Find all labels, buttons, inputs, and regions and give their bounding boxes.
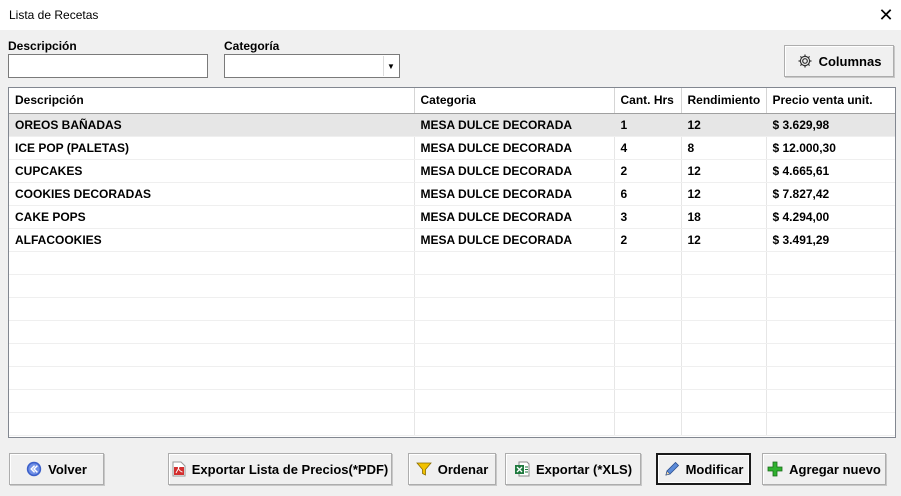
dropdown-arrow-icon[interactable]: ▼ bbox=[383, 56, 398, 76]
cell-rendimiento: 18 bbox=[681, 205, 767, 229]
cell-cant-hrs: 2 bbox=[614, 159, 682, 183]
cell-precio: $ 3.491,29 bbox=[766, 228, 895, 252]
cell-descripcion: COOKIES DECORADAS bbox=[9, 182, 415, 206]
gear-icon bbox=[797, 53, 813, 69]
close-button[interactable]: ✕ bbox=[871, 0, 901, 30]
title-bar: Lista de Recetas ✕ bbox=[0, 0, 901, 30]
cell-cant-hrs: 3 bbox=[614, 205, 682, 229]
volver-button[interactable]: Volver bbox=[9, 453, 104, 485]
double-chevron-left-icon bbox=[26, 461, 42, 477]
cell-rendimiento: 12 bbox=[681, 113, 767, 137]
cell-rendimiento: 12 bbox=[681, 159, 767, 183]
cell-categoria: MESA DULCE DECORADA bbox=[414, 113, 615, 137]
cell-cant-hrs: 1 bbox=[614, 113, 682, 137]
modificar-button[interactable]: Modificar bbox=[656, 453, 751, 485]
cell-cant-hrs: 2 bbox=[614, 228, 682, 252]
cell-rendimiento: 12 bbox=[681, 182, 767, 206]
modificar-label: Modificar bbox=[685, 461, 744, 477]
pencil-icon bbox=[664, 461, 680, 477]
table-header-row: Descripción Categoria Cant. Hrs Rendimie… bbox=[9, 88, 895, 114]
cell-categoria: MESA DULCE DECORADA bbox=[414, 205, 615, 229]
agregar-nuevo-label: Agregar nuevo bbox=[789, 461, 881, 477]
volver-label: Volver bbox=[48, 461, 87, 477]
table-row[interactable]: CUPCAKES MESA DULCE DECORADA 2 12 $ 4.66… bbox=[9, 159, 895, 183]
cell-rendimiento: 12 bbox=[681, 228, 767, 252]
column-header-cant-hrs[interactable]: Cant. Hrs bbox=[614, 88, 682, 114]
descripcion-label: Descripción bbox=[8, 39, 77, 53]
columnas-label: Columnas bbox=[818, 53, 882, 69]
exportar-pdf-label: Exportar Lista de Precios(*PDF) bbox=[191, 461, 389, 477]
cell-rendimiento: 8 bbox=[681, 136, 767, 160]
table-row[interactable]: OREOS BAÑADAS MESA DULCE DECORADA 1 12 $… bbox=[9, 113, 895, 137]
pdf-file-icon bbox=[172, 461, 186, 477]
column-header-rendimiento[interactable]: Rendimiento bbox=[681, 88, 767, 114]
categoria-label: Categoría bbox=[224, 39, 280, 53]
cell-categoria: MESA DULCE DECORADA bbox=[414, 182, 615, 206]
exportar-xls-label: Exportar (*XLS) bbox=[535, 461, 633, 477]
categoria-select[interactable]: ▼ bbox=[224, 54, 400, 78]
cell-categoria: MESA DULCE DECORADA bbox=[414, 136, 615, 160]
plus-icon bbox=[767, 461, 783, 477]
excel-file-icon bbox=[514, 461, 530, 477]
cell-categoria: MESA DULCE DECORADA bbox=[414, 159, 615, 183]
cell-cant-hrs: 4 bbox=[614, 136, 682, 160]
cell-descripcion: ALFACOOKIES bbox=[9, 228, 415, 252]
cell-categoria: MESA DULCE DECORADA bbox=[414, 228, 615, 252]
table-row[interactable]: COOKIES DECORADAS MESA DULCE DECORADA 6 … bbox=[9, 182, 895, 206]
column-header-descripcion[interactable]: Descripción bbox=[9, 88, 415, 114]
table-row[interactable]: ALFACOOKIES MESA DULCE DECORADA 2 12 $ 3… bbox=[9, 228, 895, 252]
columnas-button[interactable]: Columnas bbox=[784, 45, 894, 77]
funnel-icon bbox=[415, 461, 432, 477]
window-title: Lista de Recetas bbox=[9, 8, 99, 22]
empty-row bbox=[9, 251, 895, 275]
cell-descripcion: CAKE POPS bbox=[9, 205, 415, 229]
cell-precio: $ 3.629,98 bbox=[766, 113, 895, 137]
exportar-pdf-button[interactable]: Exportar Lista de Precios(*PDF) bbox=[168, 453, 392, 485]
empty-row bbox=[9, 343, 895, 367]
cell-cant-hrs: 6 bbox=[614, 182, 682, 206]
column-header-precio[interactable]: Precio venta unit. bbox=[766, 88, 895, 114]
empty-row bbox=[9, 412, 895, 436]
empty-row bbox=[9, 389, 895, 413]
table-row[interactable]: ICE POP (PALETAS) MESA DULCE DECORADA 4 … bbox=[9, 136, 895, 160]
empty-row bbox=[9, 366, 895, 390]
cell-precio: $ 7.827,42 bbox=[766, 182, 895, 206]
exportar-xls-button[interactable]: Exportar (*XLS) bbox=[505, 453, 641, 485]
ordenar-button[interactable]: Ordenar bbox=[408, 453, 496, 485]
cell-precio: $ 4.665,61 bbox=[766, 159, 895, 183]
agregar-nuevo-button[interactable]: Agregar nuevo bbox=[762, 453, 886, 485]
descripcion-input[interactable] bbox=[8, 54, 208, 78]
cell-precio: $ 12.000,30 bbox=[766, 136, 895, 160]
empty-row bbox=[9, 320, 895, 344]
cell-descripcion: OREOS BAÑADAS bbox=[9, 113, 415, 137]
recipes-table[interactable]: Descripción Categoria Cant. Hrs Rendimie… bbox=[8, 87, 896, 438]
cell-descripcion: ICE POP (PALETAS) bbox=[9, 136, 415, 160]
ordenar-label: Ordenar bbox=[437, 461, 489, 477]
empty-row bbox=[9, 274, 895, 298]
column-header-categoria[interactable]: Categoria bbox=[414, 88, 615, 114]
table-row[interactable]: CAKE POPS MESA DULCE DECORADA 3 18 $ 4.2… bbox=[9, 205, 895, 229]
empty-row bbox=[9, 297, 895, 321]
cell-precio: $ 4.294,00 bbox=[766, 205, 895, 229]
cell-descripcion: CUPCAKES bbox=[9, 159, 415, 183]
